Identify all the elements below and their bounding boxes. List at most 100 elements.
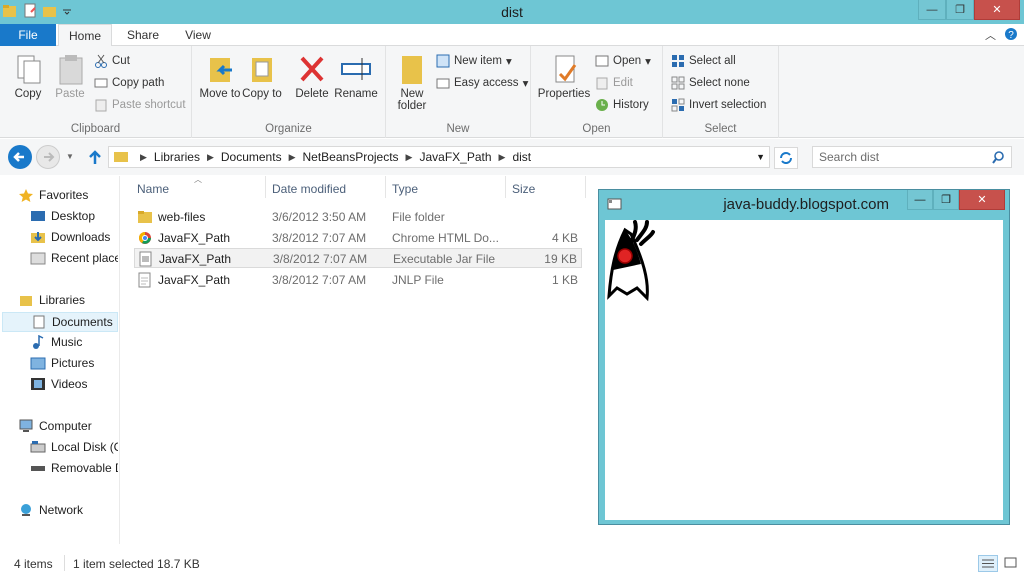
nav-downloads[interactable]: Downloads	[30, 230, 110, 244]
open-label: Open	[613, 55, 642, 67]
documents-icon	[31, 315, 47, 329]
chevron-right-icon[interactable]: ▶	[289, 152, 296, 163]
edit-label: Edit	[613, 77, 633, 89]
history-button[interactable]: History	[595, 98, 649, 112]
chevron-right-icon[interactable]: ▶	[406, 152, 413, 163]
javafx-close-button[interactable]: ✕	[959, 190, 1005, 210]
easy-access-button[interactable]: Easy access ▾	[436, 76, 528, 90]
properties-icon	[555, 55, 577, 83]
breadcrumb-netbeansprojects[interactable]: NetBeansProjects	[303, 150, 399, 164]
organize-group: Move to Copy to Delete Rename Organize	[192, 46, 386, 138]
clipboard-group: Copy Paste Cut Copy path Paste shortcut …	[0, 46, 192, 138]
copy-button[interactable]: Copy	[4, 52, 52, 100]
close-button[interactable]: ✕	[974, 0, 1020, 20]
file-row[interactable]: JavaFX_Path 3/8/2012 7:07 AM Chrome HTML…	[134, 228, 582, 248]
chevron-right-icon[interactable]: ▶	[140, 152, 147, 163]
address-dropdown-icon[interactable]: ▼	[756, 152, 765, 162]
breadcrumb-dist[interactable]: dist	[512, 150, 531, 164]
help-icon[interactable]: ?	[1004, 27, 1018, 44]
recent-locations-icon[interactable]: ▼	[66, 152, 74, 161]
breadcrumb-javafx-path[interactable]: JavaFX_Path	[419, 150, 491, 164]
file-size: 4 KB	[551, 231, 578, 245]
nav-recent-places[interactable]: Recent places	[30, 251, 118, 265]
search-icon[interactable]	[991, 150, 1005, 167]
chevron-down-icon: ▾	[505, 56, 512, 68]
minimize-button[interactable]: —	[918, 0, 946, 20]
rename-button[interactable]: Rename	[332, 52, 380, 100]
navigation-pane: Favorites Desktop Downloads Recent place…	[0, 176, 120, 544]
breadcrumb-libraries[interactable]: Libraries	[154, 150, 200, 164]
copy-label: Copy	[14, 88, 42, 100]
nav-downloads-label: Downloads	[51, 230, 111, 244]
up-button[interactable]	[86, 148, 104, 169]
cut-button[interactable]: Cut	[94, 54, 130, 68]
nav-removable-disk[interactable]: Removable Disk	[30, 461, 118, 475]
new-folder-button[interactable]: New folder	[388, 52, 436, 112]
invert-selection-button[interactable]: Invert selection	[671, 98, 766, 112]
forward-button[interactable]	[36, 145, 60, 169]
status-bar: 4 items 1 item selected 18.7 KB	[0, 552, 1024, 576]
nav-music[interactable]: Music	[30, 335, 82, 349]
new-item-icon	[436, 54, 450, 68]
column-header-date[interactable]: Date modified	[272, 182, 346, 196]
nav-libraries[interactable]: Libraries	[18, 293, 85, 307]
chevron-right-icon[interactable]: ▶	[207, 152, 214, 163]
paste-shortcut-button[interactable]: Paste shortcut	[94, 98, 186, 112]
select-none-button[interactable]: Select none	[671, 76, 750, 90]
nav-pictures[interactable]: Pictures	[30, 356, 94, 370]
nav-computer[interactable]: Computer	[18, 419, 92, 433]
details-view-button[interactable]	[978, 555, 998, 572]
nav-local-disk[interactable]: Local Disk (C:)	[30, 440, 118, 454]
tab-view[interactable]: View	[174, 24, 222, 46]
new-item-button[interactable]: New item ▾	[436, 54, 512, 68]
new-item-label: New item	[454, 55, 502, 67]
collapse-ribbon-icon[interactable]: ︿	[985, 27, 996, 44]
javafx-maximize-button[interactable]: ❐	[933, 190, 959, 210]
videos-icon	[30, 377, 46, 391]
column-header-name[interactable]: Name	[137, 182, 169, 196]
tab-share[interactable]: Share	[117, 24, 169, 46]
file-row[interactable]: web-files 3/6/2012 3:50 AM File folder	[134, 207, 582, 227]
tab-file[interactable]: File	[0, 24, 56, 46]
delete-button[interactable]: Delete	[288, 52, 336, 100]
copy-to-button[interactable]: Copy to	[238, 52, 286, 100]
chevron-right-icon[interactable]: ▶	[499, 152, 506, 163]
copy-path-icon	[94, 76, 108, 90]
edit-button[interactable]: Edit	[595, 76, 633, 90]
jar-icon	[139, 251, 152, 267]
file-row[interactable]: JavaFX_Path 3/8/2012 7:07 AM JNLP File 1…	[134, 270, 582, 290]
tab-home[interactable]: Home	[58, 24, 112, 47]
search-input[interactable]: Search dist	[812, 146, 1012, 168]
breadcrumb-documents[interactable]: Documents	[221, 150, 282, 164]
computer-icon	[18, 419, 34, 433]
drive-icon	[30, 440, 46, 454]
properties-button[interactable]: Properties	[535, 52, 593, 100]
back-button[interactable]	[8, 145, 32, 169]
copy-icon	[17, 55, 41, 84]
maximize-button[interactable]: ❐	[946, 0, 974, 20]
svg-text:?: ?	[1008, 30, 1014, 41]
copy-path-button[interactable]: Copy path	[94, 76, 164, 90]
paste-button[interactable]: Paste	[46, 52, 94, 100]
nav-desktop[interactable]: Desktop	[30, 209, 95, 223]
nav-videos[interactable]: Videos	[30, 377, 87, 391]
javafx-window[interactable]: java-buddy.blogspot.com — ❐ ✕	[598, 189, 1010, 525]
large-icons-view-button[interactable]	[1002, 555, 1020, 572]
file-row-selected[interactable]: JavaFX_Path 3/8/2012 7:07 AM Executable …	[134, 248, 582, 268]
address-bar[interactable]: ▶ Libraries ▶ Documents ▶ NetBeansProjec…	[108, 146, 770, 168]
move-to-button[interactable]: Move to	[196, 52, 244, 100]
select-all-button[interactable]: Select all	[671, 54, 736, 68]
nav-documents[interactable]: Documents	[2, 312, 118, 332]
column-header-type[interactable]: Type	[392, 182, 418, 196]
nav-network[interactable]: Network	[18, 503, 83, 517]
nav-favorites[interactable]: Favorites	[18, 188, 88, 202]
javafx-minimize-button[interactable]: —	[907, 190, 933, 210]
open-button[interactable]: Open ▾	[595, 54, 651, 68]
file-date: 3/6/2012 3:50 AM	[272, 210, 367, 224]
select-all-icon	[671, 54, 685, 68]
copy-to-label: Copy to	[242, 88, 282, 100]
column-header-size[interactable]: Size	[512, 182, 535, 196]
sort-ascending-icon: ︿	[194, 175, 202, 184]
paste-shortcut-label: Paste shortcut	[112, 99, 186, 111]
refresh-button[interactable]	[774, 147, 798, 169]
